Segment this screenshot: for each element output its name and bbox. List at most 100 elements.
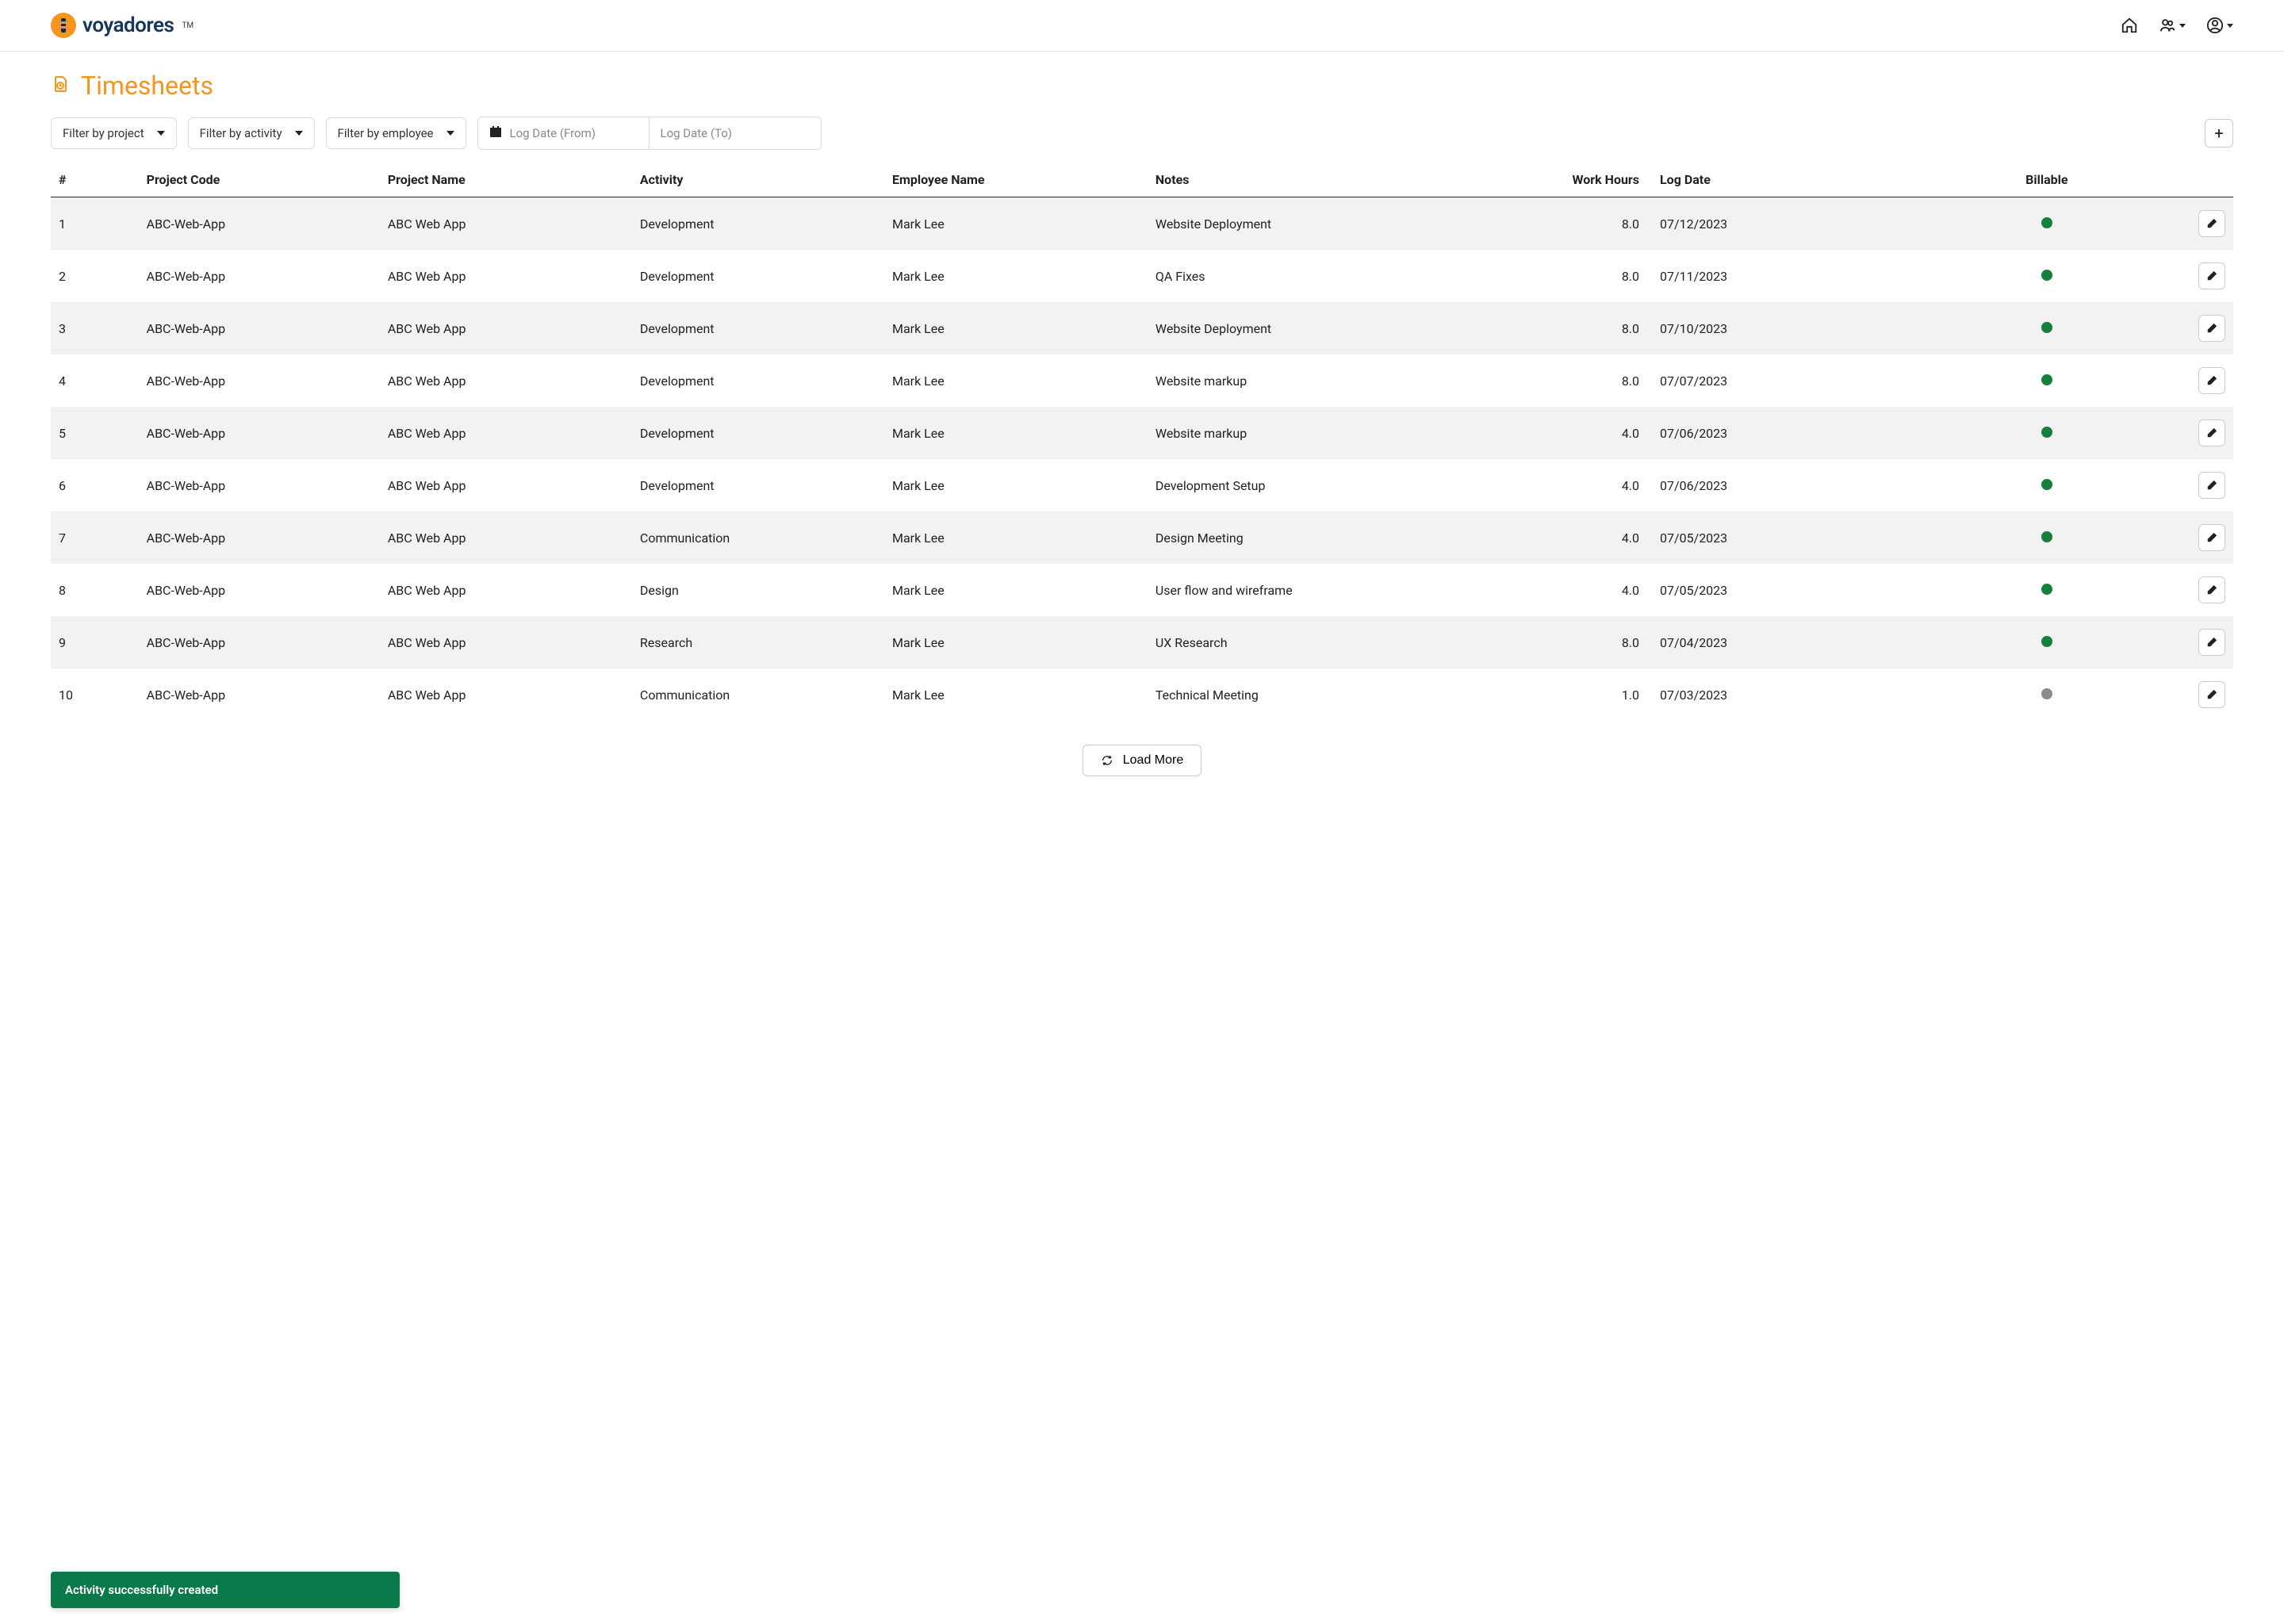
cell-num: 10 <box>51 668 139 721</box>
col-edit <box>2134 163 2233 197</box>
cell-hours: 4.0 <box>1477 459 1652 511</box>
toast-success: Activity successfully created <box>51 1572 400 1608</box>
pencil-icon <box>2206 637 2217 648</box>
edit-row-button[interactable] <box>2198 681 2225 708</box>
table-row: 2ABC-Web-AppABC Web AppDevelopmentMark L… <box>51 250 2233 302</box>
cell-edit <box>2134 459 2233 511</box>
date-range-group: Log Date (From) Log Date (To) <box>477 117 822 150</box>
cell-billable <box>1959 197 2134 251</box>
filter-employee-select[interactable]: Filter by employee <box>326 117 466 149</box>
cell-date: 07/11/2023 <box>1652 250 1959 302</box>
cell-activity: Development <box>632 302 884 354</box>
edit-row-button[interactable] <box>2198 524 2225 551</box>
refresh-icon <box>1101 754 1113 767</box>
log-date-to-placeholder: Log Date (To) <box>661 126 733 140</box>
pencil-icon <box>2206 689 2217 700</box>
cell-project-code: ABC-Web-App <box>139 459 380 511</box>
cell-project-name: ABC Web App <box>380 616 632 668</box>
table-row: 7ABC-Web-AppABC Web AppCommunicationMark… <box>51 511 2233 564</box>
calendar-icon <box>489 125 502 141</box>
cell-employee: Mark Lee <box>884 616 1148 668</box>
filter-activity-select[interactable]: Filter by activity <box>188 117 315 149</box>
cell-notes: Technical Meeting <box>1148 668 1477 721</box>
timesheets-table: # Project Code Project Name Activity Emp… <box>51 163 2233 721</box>
cell-date: 07/07/2023 <box>1652 354 1959 407</box>
edit-row-button[interactable] <box>2198 315 2225 342</box>
edit-row-button[interactable] <box>2198 210 2225 237</box>
home-icon[interactable] <box>2121 17 2138 34</box>
table-row: 1ABC-Web-AppABC Web AppDevelopmentMark L… <box>51 197 2233 251</box>
cell-project-name: ABC Web App <box>380 564 632 616</box>
cell-notes: Website markup <box>1148 354 1477 407</box>
toast-message: Activity successfully created <box>65 1583 218 1597</box>
log-date-to-input[interactable]: Log Date (To) <box>650 117 821 149</box>
team-menu[interactable] <box>2159 17 2186 34</box>
chevron-down-icon <box>295 131 303 136</box>
cell-notes: Development Setup <box>1148 459 1477 511</box>
cell-hours: 8.0 <box>1477 354 1652 407</box>
filter-employee-label: Filter by employee <box>338 126 434 140</box>
cell-employee: Mark Lee <box>884 511 1148 564</box>
pencil-icon <box>2206 480 2217 491</box>
cell-project-name: ABC Web App <box>380 668 632 721</box>
cell-num: 1 <box>51 197 139 251</box>
add-timesheet-button[interactable]: + <box>2205 119 2233 147</box>
user-menu[interactable] <box>2206 17 2233 34</box>
cell-notes: UX Research <box>1148 616 1477 668</box>
cell-project-code: ABC-Web-App <box>139 407 380 459</box>
billable-indicator-icon <box>2041 479 2052 490</box>
cell-billable <box>1959 302 2134 354</box>
filter-project-select[interactable]: Filter by project <box>51 117 177 149</box>
edit-row-button[interactable] <box>2198 629 2225 656</box>
billable-indicator-icon <box>2041 427 2052 438</box>
cell-edit <box>2134 302 2233 354</box>
pencil-icon <box>2206 584 2217 596</box>
table-row: 10ABC-Web-AppABC Web AppCommunicationMar… <box>51 668 2233 721</box>
log-date-from-input[interactable]: Log Date (From) <box>478 117 650 149</box>
cell-activity: Communication <box>632 668 884 721</box>
cell-notes: Website markup <box>1148 407 1477 459</box>
cell-billable <box>1959 459 2134 511</box>
cell-hours: 8.0 <box>1477 616 1652 668</box>
billable-indicator-icon <box>2041 217 2052 228</box>
cell-activity: Development <box>632 354 884 407</box>
load-more-button[interactable]: Load More <box>1083 745 1202 776</box>
filter-activity-label: Filter by activity <box>200 126 282 140</box>
cell-hours: 1.0 <box>1477 668 1652 721</box>
col-notes: Notes <box>1148 163 1477 197</box>
users-icon <box>2159 17 2176 34</box>
cell-employee: Mark Lee <box>884 197 1148 251</box>
edit-row-button[interactable] <box>2198 262 2225 289</box>
cell-project-name: ABC Web App <box>380 250 632 302</box>
edit-row-button[interactable] <box>2198 367 2225 394</box>
edit-row-button[interactable] <box>2198 419 2225 446</box>
cell-num: 7 <box>51 511 139 564</box>
cell-project-name: ABC Web App <box>380 407 632 459</box>
cell-edit <box>2134 564 2233 616</box>
lighthouse-icon <box>51 13 76 38</box>
cell-num: 3 <box>51 302 139 354</box>
brand-logo[interactable]: voyadoresTM <box>51 13 194 38</box>
cell-date: 07/05/2023 <box>1652 564 1959 616</box>
table-row: 6ABC-Web-AppABC Web AppDevelopmentMark L… <box>51 459 2233 511</box>
cell-notes: User flow and wireframe <box>1148 564 1477 616</box>
cell-num: 5 <box>51 407 139 459</box>
cell-activity: Development <box>632 407 884 459</box>
pencil-icon <box>2206 427 2217 439</box>
cell-billable <box>1959 564 2134 616</box>
chevron-down-icon <box>2227 24 2233 28</box>
edit-row-button[interactable] <box>2198 472 2225 499</box>
cell-activity: Design <box>632 564 884 616</box>
page-title: Timesheets <box>81 71 213 101</box>
pencil-icon <box>2206 375 2217 386</box>
cell-edit <box>2134 668 2233 721</box>
cell-billable <box>1959 616 2134 668</box>
pencil-icon <box>2206 323 2217 334</box>
cell-edit <box>2134 197 2233 251</box>
cell-employee: Mark Lee <box>884 354 1148 407</box>
cell-billable <box>1959 668 2134 721</box>
edit-row-button[interactable] <box>2198 576 2225 603</box>
cell-employee: Mark Lee <box>884 459 1148 511</box>
cell-edit <box>2134 354 2233 407</box>
cell-project-name: ABC Web App <box>380 459 632 511</box>
